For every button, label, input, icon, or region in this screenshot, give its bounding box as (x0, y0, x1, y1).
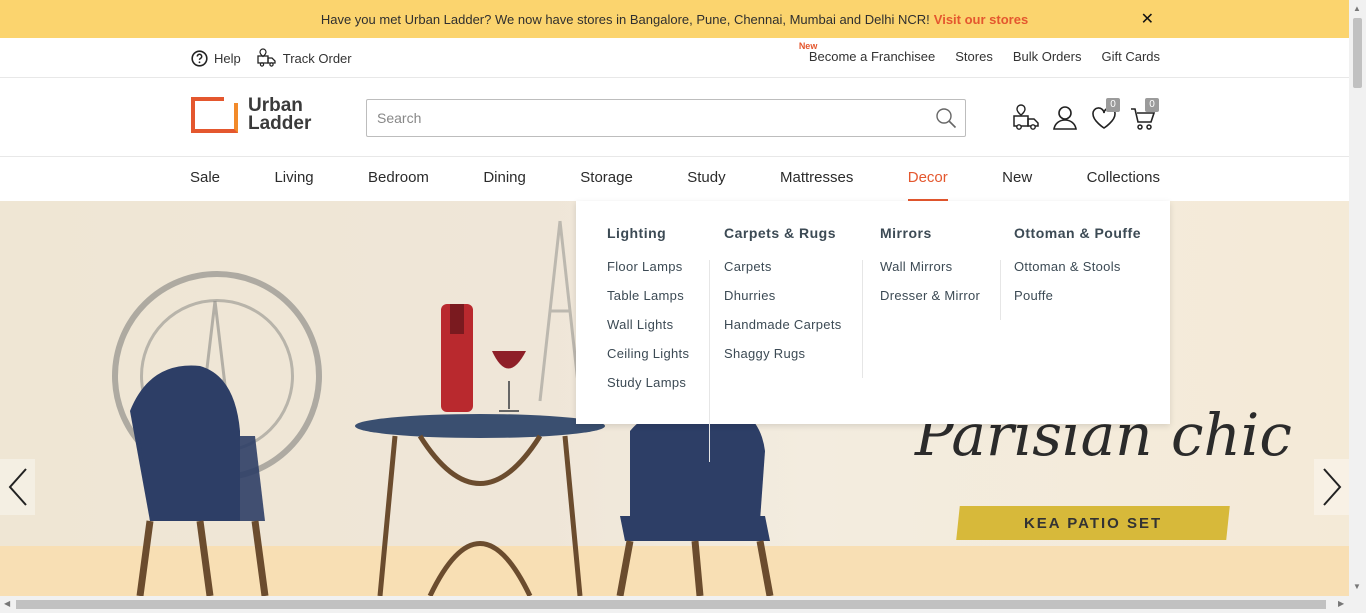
hero-ribbon[interactable]: KEA PATIO SET (956, 506, 1230, 540)
chevron-left-icon (8, 468, 27, 506)
menu-link-floor-lamps[interactable]: Floor Lamps (607, 260, 689, 289)
horizontal-scroll-thumb[interactable] (16, 600, 1326, 609)
hero-ribbon-label: KEA PATIO SET (1023, 514, 1163, 532)
user-icon (1053, 106, 1077, 130)
track-order-label: Track Order (282, 50, 352, 66)
decor-mega-menu: Lighting Floor Lamps Table Lamps Wall Li… (576, 201, 1170, 462)
menu-column-carpets-rugs: Carpets & Rugs Carpets Dhurries Handmade… (724, 225, 863, 378)
become-franchisee-link[interactable]: New Become a Franchisee (799, 41, 936, 64)
chevron-right-icon (1322, 468, 1341, 506)
menu-heading-lighting[interactable]: Lighting (607, 225, 710, 245)
menu-link-table-lamps[interactable]: Table Lamps (607, 289, 689, 318)
menu-link-pouffe[interactable]: Pouffe (1014, 289, 1121, 318)
menu-column-mirrors: Mirrors Wall Mirrors Dresser & Mirror (880, 225, 1002, 320)
scroll-down-icon[interactable]: ▼ (1353, 582, 1361, 591)
store-locator-button[interactable] (1012, 104, 1040, 132)
help-label: Help (214, 50, 241, 66)
menu-link-dresser-mirror[interactable]: Dresser & Mirror (880, 289, 980, 318)
announcement-bar: Have you met Urban Ladder? We now have s… (0, 0, 1349, 38)
menu-heading-ottoman-pouffe[interactable]: Ottoman & Pouffe (1014, 225, 1141, 245)
vertical-scroll-thumb[interactable] (1353, 18, 1362, 88)
track-order-link[interactable]: Track Order (257, 48, 352, 68)
menu-heading-mirrors[interactable]: Mirrors (880, 225, 1001, 245)
nav-living[interactable]: Living (274, 158, 313, 201)
nav-bedroom[interactable]: Bedroom (368, 158, 429, 201)
logo-mark-icon (191, 97, 238, 133)
menu-link-carpets[interactable]: Carpets (724, 260, 842, 289)
scroll-left-icon[interactable]: ◀ (4, 599, 10, 608)
nav-storage[interactable]: Storage (580, 158, 633, 201)
menu-link-handmade-carpets[interactable]: Handmade Carpets (724, 318, 842, 347)
menu-link-wall-mirrors[interactable]: Wall Mirrors (880, 260, 980, 289)
scroll-up-icon[interactable]: ▲ (1353, 4, 1361, 13)
help-icon (191, 49, 208, 67)
search-box (366, 99, 966, 137)
track-order-icon (257, 48, 276, 67)
vertical-scrollbar[interactable]: ▲ ▼ (1349, 0, 1366, 596)
nav-decor[interactable]: Decor (907, 158, 948, 201)
carousel-prev-button[interactable] (0, 459, 35, 515)
menu-column-ottoman-pouffe: Ottoman & Pouffe Ottoman & Stools Pouffe (1014, 225, 1141, 318)
menu-link-shaggy-rugs[interactable]: Shaggy Rugs (724, 347, 842, 376)
menu-link-ottoman-stools[interactable]: Ottoman & Stools (1014, 260, 1121, 289)
logo-wordmark: Urban Ladder (248, 95, 312, 134)
wishlist-count-badge: 0 (1106, 98, 1120, 112)
bulk-orders-link[interactable]: Bulk Orders (1013, 49, 1082, 64)
new-badge: New (798, 41, 818, 51)
nav-study[interactable]: Study (687, 158, 725, 201)
menu-link-dhurries[interactable]: Dhurries (724, 289, 842, 318)
menu-link-ceiling-lights[interactable]: Ceiling Lights (607, 347, 689, 376)
utility-bar: Help Track Order New Become a Franchisee… (0, 38, 1349, 78)
wishlist-button[interactable]: 0 (1090, 98, 1120, 132)
logo[interactable]: Urban Ladder (191, 95, 312, 134)
carousel-next-button[interactable] (1314, 459, 1349, 515)
close-icon[interactable]: ✕ (1141, 9, 1154, 29)
menu-column-lighting: Lighting Floor Lamps Table Lamps Wall Li… (607, 225, 711, 462)
scroll-right-icon[interactable]: ▶ (1338, 599, 1344, 608)
nav-sale[interactable]: Sale (190, 158, 220, 201)
menu-heading-carpets-rugs[interactable]: Carpets & Rugs (724, 225, 863, 245)
menu-link-wall-lights[interactable]: Wall Lights (607, 318, 689, 347)
visit-stores-link[interactable]: Visit our stores (934, 12, 1028, 27)
help-link[interactable]: Help (191, 49, 241, 67)
site-header: Urban Ladder 0 0 (0, 79, 1349, 157)
delivery-truck-icon (1013, 104, 1039, 130)
franchise-label: Become a Franchisee (808, 49, 936, 64)
stores-link[interactable]: Stores (955, 49, 993, 64)
nav-collections[interactable]: Collections (1087, 158, 1160, 201)
nav-new[interactable]: New (1002, 158, 1032, 201)
cart-count-badge: 0 (1145, 98, 1159, 112)
account-button[interactable] (1051, 104, 1079, 132)
main-nav: Sale Living Bedroom Dining Storage Study… (0, 158, 1349, 201)
gift-cards-link[interactable]: Gift Cards (1101, 49, 1160, 64)
search-icon[interactable] (935, 107, 957, 129)
nav-mattresses[interactable]: Mattresses (780, 158, 853, 201)
nav-dining[interactable]: Dining (483, 158, 526, 201)
cart-button[interactable]: 0 (1129, 98, 1159, 132)
announcement-text: Have you met Urban Ladder? We now have s… (320, 11, 930, 27)
menu-link-study-lamps[interactable]: Study Lamps (607, 376, 689, 405)
search-input[interactable] (367, 100, 927, 136)
horizontal-scrollbar[interactable]: ◀ ▶ (0, 596, 1366, 613)
